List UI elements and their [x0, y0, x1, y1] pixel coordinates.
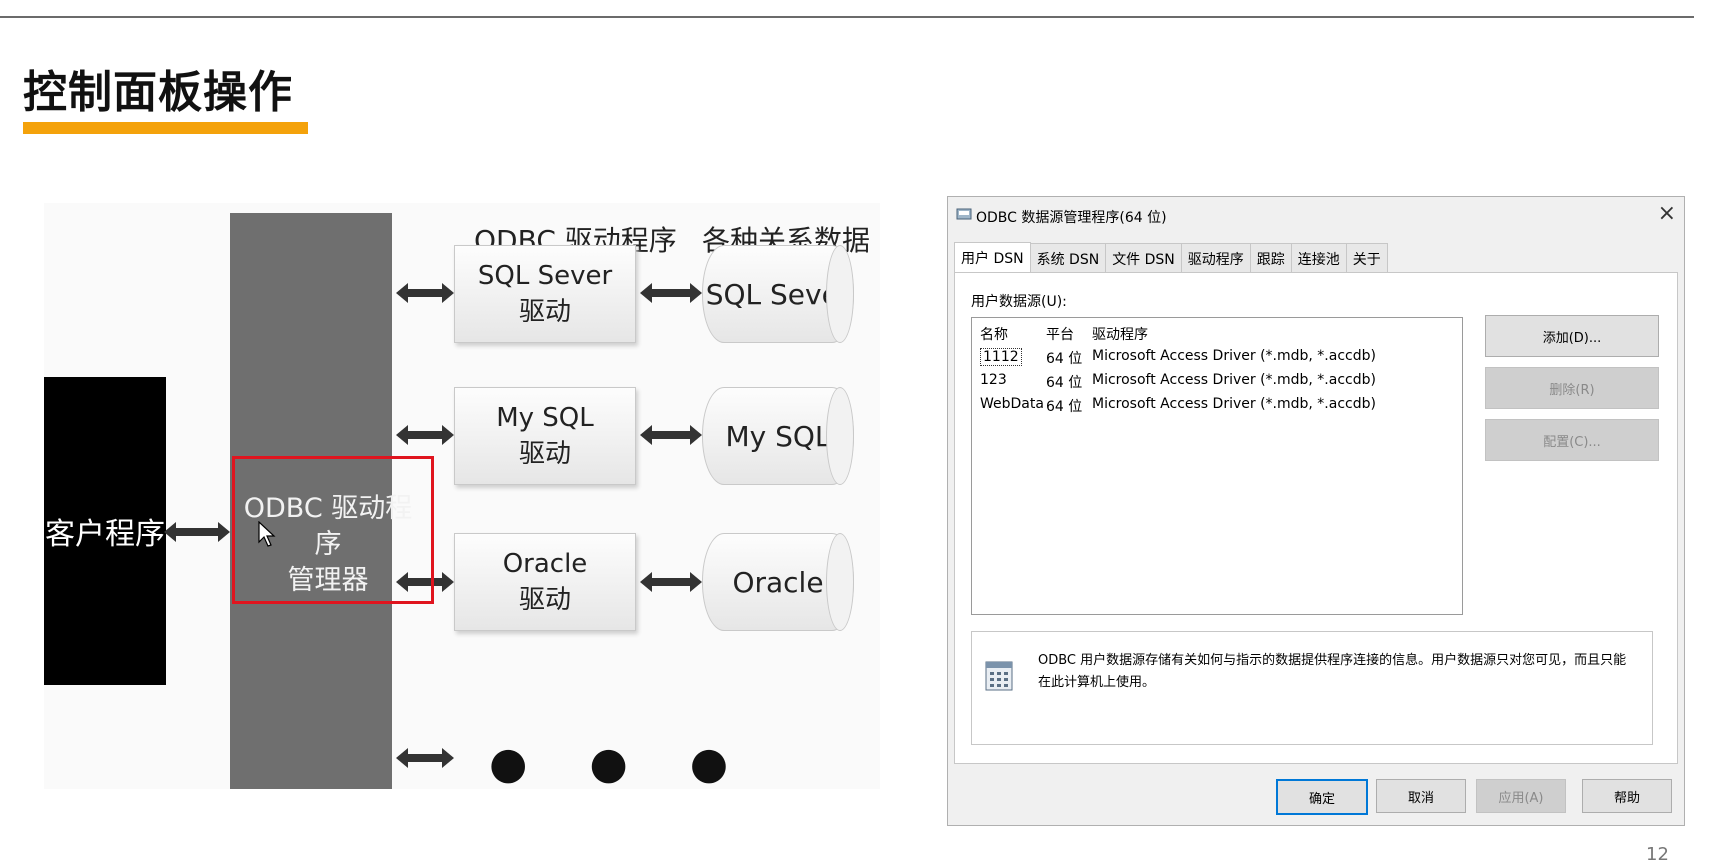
item-driver: Microsoft Access Driver (*.mdb, *.accdb) [1092, 372, 1376, 388]
info-text: ODBC 用户数据源存储有关如何与指示的数据提供程序连接的信息。用户数据源只对您… [1038, 653, 1627, 690]
datasource-info-icon [985, 661, 1013, 691]
manager-driver-arrow-1 [396, 283, 454, 303]
item-name: 123 [980, 372, 1007, 388]
mouse-cursor-icon [258, 521, 276, 547]
list-item[interactable]: 123 64 位 Microsoft Access Driver (*.mdb,… [972, 372, 1452, 396]
more-drivers-ellipsis: ● ● ● [489, 738, 753, 789]
odbc-admin-dialog: ODBC 数据源管理程序(64 位) × 用户 DSN 系统 DSN 文件 DS… [947, 196, 1685, 826]
remove-button[interactable]: 删除(R) [1485, 367, 1659, 409]
top-divider [0, 16, 1694, 18]
driver-box-oracle: Oracle 驱动 [454, 533, 636, 631]
list-header: 名称 平台 驱动程序 [972, 324, 1452, 348]
driver-db-arrow-2 [640, 425, 702, 445]
dialog-title: ODBC 数据源管理程序(64 位) [976, 210, 1167, 226]
database-oracle: Oracle [702, 533, 854, 631]
driver-sub: 驱动 [518, 439, 571, 469]
driver-name: Oracle [502, 549, 588, 579]
odbc-architecture-diagram: 客户程序 ODBC 驱动程序 管理器 ODBC 驱动程序 各种关系数据库 SQL… [44, 203, 880, 789]
help-button[interactable]: 帮助 [1582, 779, 1672, 813]
manager-driver-arrow-4 [396, 748, 454, 768]
item-driver: Microsoft Access Driver (*.mdb, *.accdb) [1092, 348, 1376, 364]
driver-db-arrow-3 [640, 572, 702, 592]
column-name[interactable]: 名称 [972, 324, 1046, 348]
driver-box-mysql: My SQL 驱动 [454, 387, 636, 485]
driver-name: My SQL [496, 403, 594, 433]
column-platform[interactable]: 平台 [1046, 324, 1092, 348]
configure-button[interactable]: 配置(C)... [1485, 419, 1659, 461]
driver-sub: 驱动 [518, 585, 571, 615]
list-item[interactable]: 1112 64 位 Microsoft Access Driver (*.mdb… [972, 348, 1452, 372]
item-platform: 64 位 [1046, 375, 1083, 391]
driver-name: SQL Sever [477, 261, 613, 291]
close-icon[interactable]: × [1658, 201, 1676, 226]
item-platform: 64 位 [1046, 399, 1083, 415]
driver-box-sqlserver: SQL Sever 驱动 [454, 245, 636, 343]
list-item[interactable]: WebData 64 位 Microsoft Access Driver (*.… [972, 396, 1452, 420]
title-underline [23, 122, 308, 134]
driver-db-arrow-1 [640, 283, 702, 303]
datasource-list[interactable]: 名称 平台 驱动程序 1112 64 位 Microsoft Access Dr… [971, 317, 1463, 615]
info-box: ODBC 用户数据源存储有关如何与指示的数据提供程序连接的信息。用户数据源只对您… [971, 631, 1653, 745]
user-dsn-panel: 用户数据源(U): 名称 平台 驱动程序 1112 64 位 Microsoft… [954, 272, 1678, 764]
item-platform: 64 位 [1046, 351, 1083, 367]
user-datasource-label: 用户数据源(U): [971, 294, 1067, 310]
manager-driver-arrow-2 [396, 425, 454, 445]
ok-button[interactable]: 确定 [1276, 779, 1368, 815]
column-driver[interactable]: 驱动程序 [1092, 324, 1452, 348]
driver-sub: 驱动 [518, 297, 571, 327]
odbc-app-icon [956, 208, 972, 220]
database-mysql: My SQL [702, 387, 854, 485]
client-program-box: 客户程序 [44, 377, 166, 685]
page-number: 12 [1646, 844, 1669, 865]
add-button[interactable]: 添加(D)... [1485, 315, 1659, 357]
database-sqlserver: SQL Sever [702, 245, 854, 343]
slide-title: 控制面板操作 [23, 67, 293, 118]
item-driver: Microsoft Access Driver (*.mdb, *.accdb) [1092, 396, 1376, 412]
client-manager-arrow [164, 522, 230, 542]
cancel-button[interactable]: 取消 [1376, 779, 1466, 813]
item-name: WebData [980, 396, 1044, 412]
item-name: 1112 [980, 348, 1022, 366]
apply-button[interactable]: 应用(A) [1476, 779, 1566, 813]
